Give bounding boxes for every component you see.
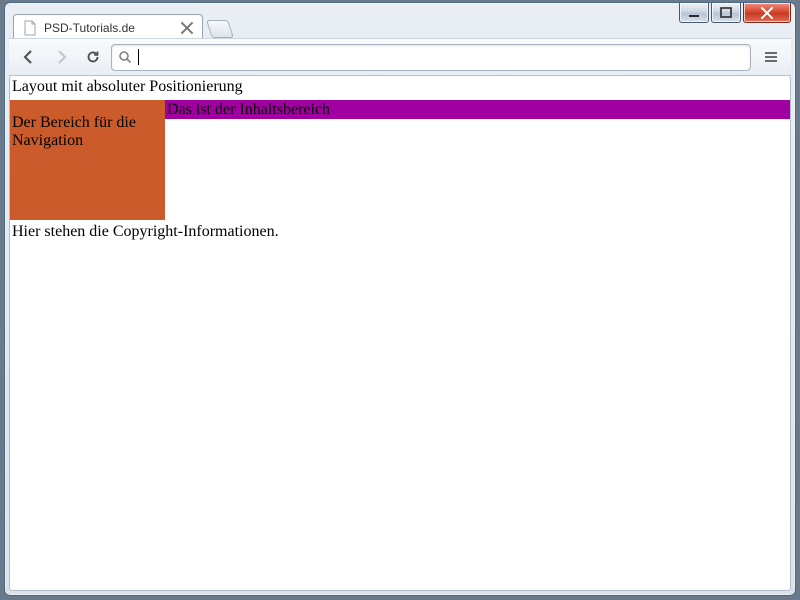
page-footer: Hier stehen die Copyright-Informationen. <box>12 223 790 241</box>
reload-icon <box>85 49 101 65</box>
tab-close-button[interactable] <box>180 21 194 35</box>
reload-button[interactable] <box>79 43 107 71</box>
close-icon <box>180 21 194 35</box>
browser-toolbar <box>9 38 791 76</box>
hamburger-icon <box>763 49 779 65</box>
close-icon <box>760 7 774 19</box>
tab-title: PSD-Tutorials.de <box>44 21 135 35</box>
layout-demo: Das ist der Inhaltsbereich Der Bereich f… <box>10 100 790 220</box>
maximize-icon <box>720 7 732 19</box>
forward-button[interactable] <box>47 43 75 71</box>
maximize-button[interactable] <box>711 3 741 23</box>
browser-tab[interactable]: PSD-Tutorials.de <box>13 14 203 40</box>
page-viewport: Layout mit absoluter Positionierung Das … <box>9 76 791 591</box>
menu-button[interactable] <box>757 43 785 71</box>
arrow-left-icon <box>21 49 37 65</box>
text-cursor <box>138 49 139 65</box>
address-bar[interactable] <box>111 44 751 71</box>
tab-strip: PSD-Tutorials.de <box>13 12 231 40</box>
minimize-button[interactable] <box>679 3 709 23</box>
url-input[interactable] <box>145 47 744 67</box>
search-icon <box>118 50 132 64</box>
navigation-region: Der Bereich für die Navigation <box>10 100 165 220</box>
content-region: Das ist der Inhaltsbereich <box>165 100 790 119</box>
minimize-icon <box>688 7 700 19</box>
page-content: Layout mit absoluter Positionierung Das … <box>10 78 790 241</box>
page-heading: Layout mit absoluter Positionierung <box>12 78 790 96</box>
back-button[interactable] <box>15 43 43 71</box>
new-tab-button[interactable] <box>206 20 234 38</box>
browser-window: PSD-Tutorials.de Layo <box>4 2 796 596</box>
close-button[interactable] <box>743 3 791 23</box>
arrow-right-icon <box>53 49 69 65</box>
window-controls <box>679 3 795 25</box>
page-icon <box>22 20 38 36</box>
